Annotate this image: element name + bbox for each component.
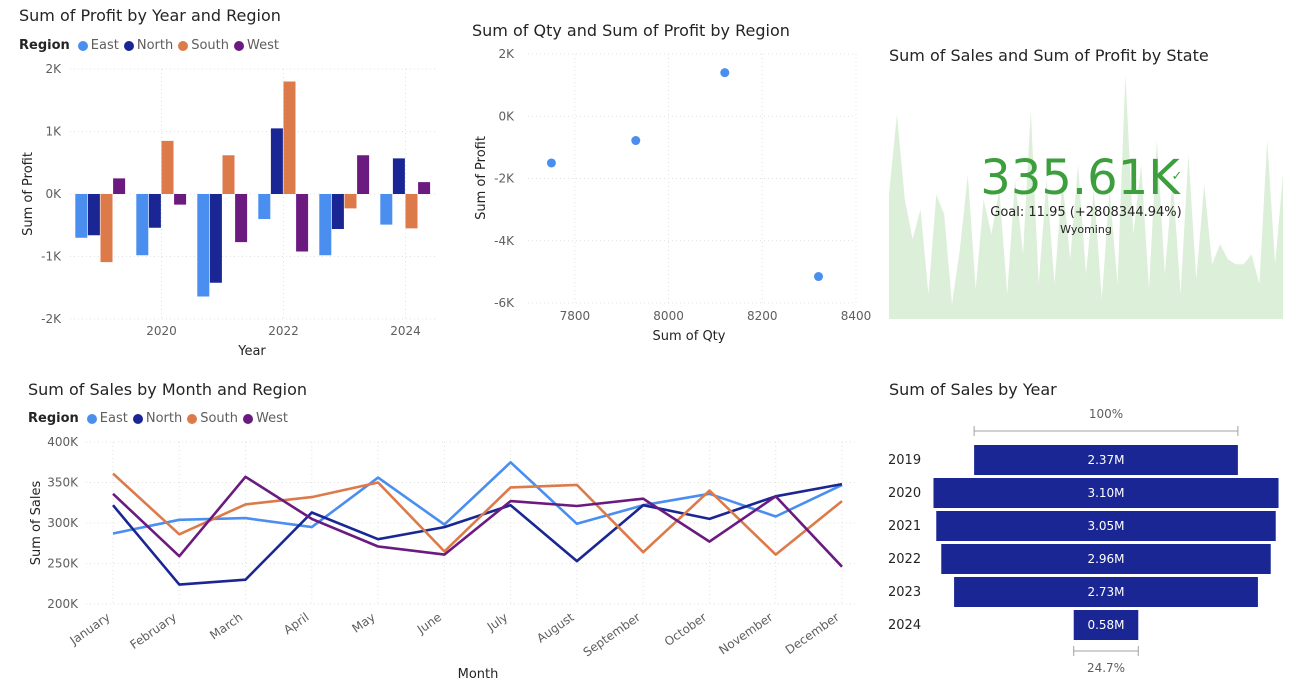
bar [197,194,210,297]
x-tick-label: 2022 [268,324,299,338]
sales-year-funnel-chart: 100% 2019 2.37M 2020 3.10M 2021 3.05M 2022 2.96M… [888,407,1279,675]
x-tick-label: 8400 [841,309,872,323]
category-label: 2023 [888,585,921,600]
y-tick-label: 300K [47,516,79,530]
y-tick-label: -2K [494,172,515,186]
kpi-goal: Goal: 11.95 (+2808344.94%) [990,205,1181,220]
y-tick-label: 400K [47,435,79,449]
bar [136,194,149,256]
x-tick-label: October [662,610,709,649]
series-line [112,482,843,586]
bar [222,155,235,194]
bottom-percent: 24.7% [1087,661,1125,675]
x-tick-label: January [67,610,113,648]
x-tick-label: March [207,610,245,642]
category-label: 2022 [888,552,921,567]
sales-line-chart: 200K 250K 300K 350K 400K January February March… [29,435,855,682]
data-label: 2.73M [1087,585,1124,599]
bar [405,194,418,229]
bar [113,178,126,194]
x-axis-title: Sum of Qty [653,329,726,344]
y-tick-label: -4K [494,234,515,248]
scatter-point [546,158,556,168]
bar [209,194,222,283]
y-tick-label: 2K [498,47,515,61]
kpi-state: Wyoming [1060,223,1112,236]
y-tick-label: 1K [45,125,62,139]
y-tick-label: 250K [47,557,79,571]
kpi-area-chart: 335.61K✓ Goal: 11.95 (+2808344.94%) Wyomin… [889,75,1283,319]
category-label: 2021 [888,519,921,534]
x-tick-label: June [414,610,444,637]
x-tick-label: February [127,610,179,652]
y-tick-label: 0K [45,187,62,201]
category-label: 2020 [888,486,921,501]
x-tick-label: December [783,610,842,657]
data-label: 2.96M [1087,552,1124,566]
series-line [112,472,843,556]
x-tick-label: May [349,610,377,636]
qty-profit-scatter-chart: 2K 0K -2K -4K -6K 7800 8000 8200 8400 Sum of Qty S… [474,47,872,344]
bar [148,194,161,228]
y-axis-title: Sum of Profit [474,136,489,220]
bar [380,194,393,225]
x-tick-label: 8200 [747,309,778,323]
data-label: 2.37M [1087,453,1124,467]
sales-by-year-panel: Sum of Sales by Year 100% 2019 2.37M 2020 3.… [880,370,1292,700]
data-label: 3.10M [1087,486,1124,500]
bar [296,194,309,252]
bar [174,194,187,205]
bar [87,194,100,236]
x-axis-title: Year [237,344,266,359]
bar [258,194,271,219]
y-tick-label: 350K [47,476,79,490]
x-tick-label: July [484,610,511,634]
x-tick-label: September [581,610,643,660]
bar [344,194,357,209]
data-label: 0.58M [1087,618,1124,632]
bar [331,194,344,229]
y-tick-label: -2K [41,312,62,326]
y-tick-label: 0K [498,109,515,123]
kpi-status-icon: ✓ [1172,169,1183,184]
bar [319,194,332,256]
data-label: 3.05M [1087,519,1124,533]
bar [418,182,431,194]
bar [100,194,113,263]
category-label: 2019 [888,453,921,468]
profit-year-region-panel: Sum of Profit by Year and Region Region … [0,0,450,370]
x-tick-label: November [716,610,775,657]
scatter-point [720,68,730,78]
y-tick-label: 200K [47,597,79,611]
bar [283,81,296,194]
sales-month-region-panel: Sum of Sales by Month and Region Region … [0,370,880,700]
y-axis-title: Sum of Sales [29,481,44,566]
bar [75,194,88,238]
series-line [112,475,843,568]
qty-profit-scatter-panel: Sum of Qty and Sum of Profit by Region 2… [460,0,880,370]
bar [392,158,405,194]
x-tick-label: 2020 [146,324,177,338]
x-axis-title: Month [458,667,499,682]
bar [270,128,283,194]
kpi-value: 335.61K [980,150,1181,206]
x-tick-label: August [534,610,577,646]
y-tick-label: 2K [45,62,62,76]
sales-profit-state-kpi-panel: Sum of Sales and Sum of Profit by State … [880,0,1292,370]
y-tick-label: -1K [41,250,62,264]
x-tick-label: April [281,610,312,637]
profit-bar-chart: -2K -1K 0K 1K 2K 2020 2022 2024 Year Sum of Profi… [21,62,436,359]
scatter-point [631,136,641,146]
category-label: 2024 [888,618,921,633]
y-tick-label: -6K [494,296,515,310]
bar [357,155,370,194]
x-tick-label: 8000 [653,309,684,323]
scatter-point [814,272,824,282]
y-axis-title: Sum of Profit [21,152,36,236]
top-percent: 100% [1089,407,1123,421]
x-tick-label: 2024 [390,324,421,338]
x-tick-label: 7800 [560,309,591,323]
bar [235,194,248,243]
bar [161,140,174,194]
